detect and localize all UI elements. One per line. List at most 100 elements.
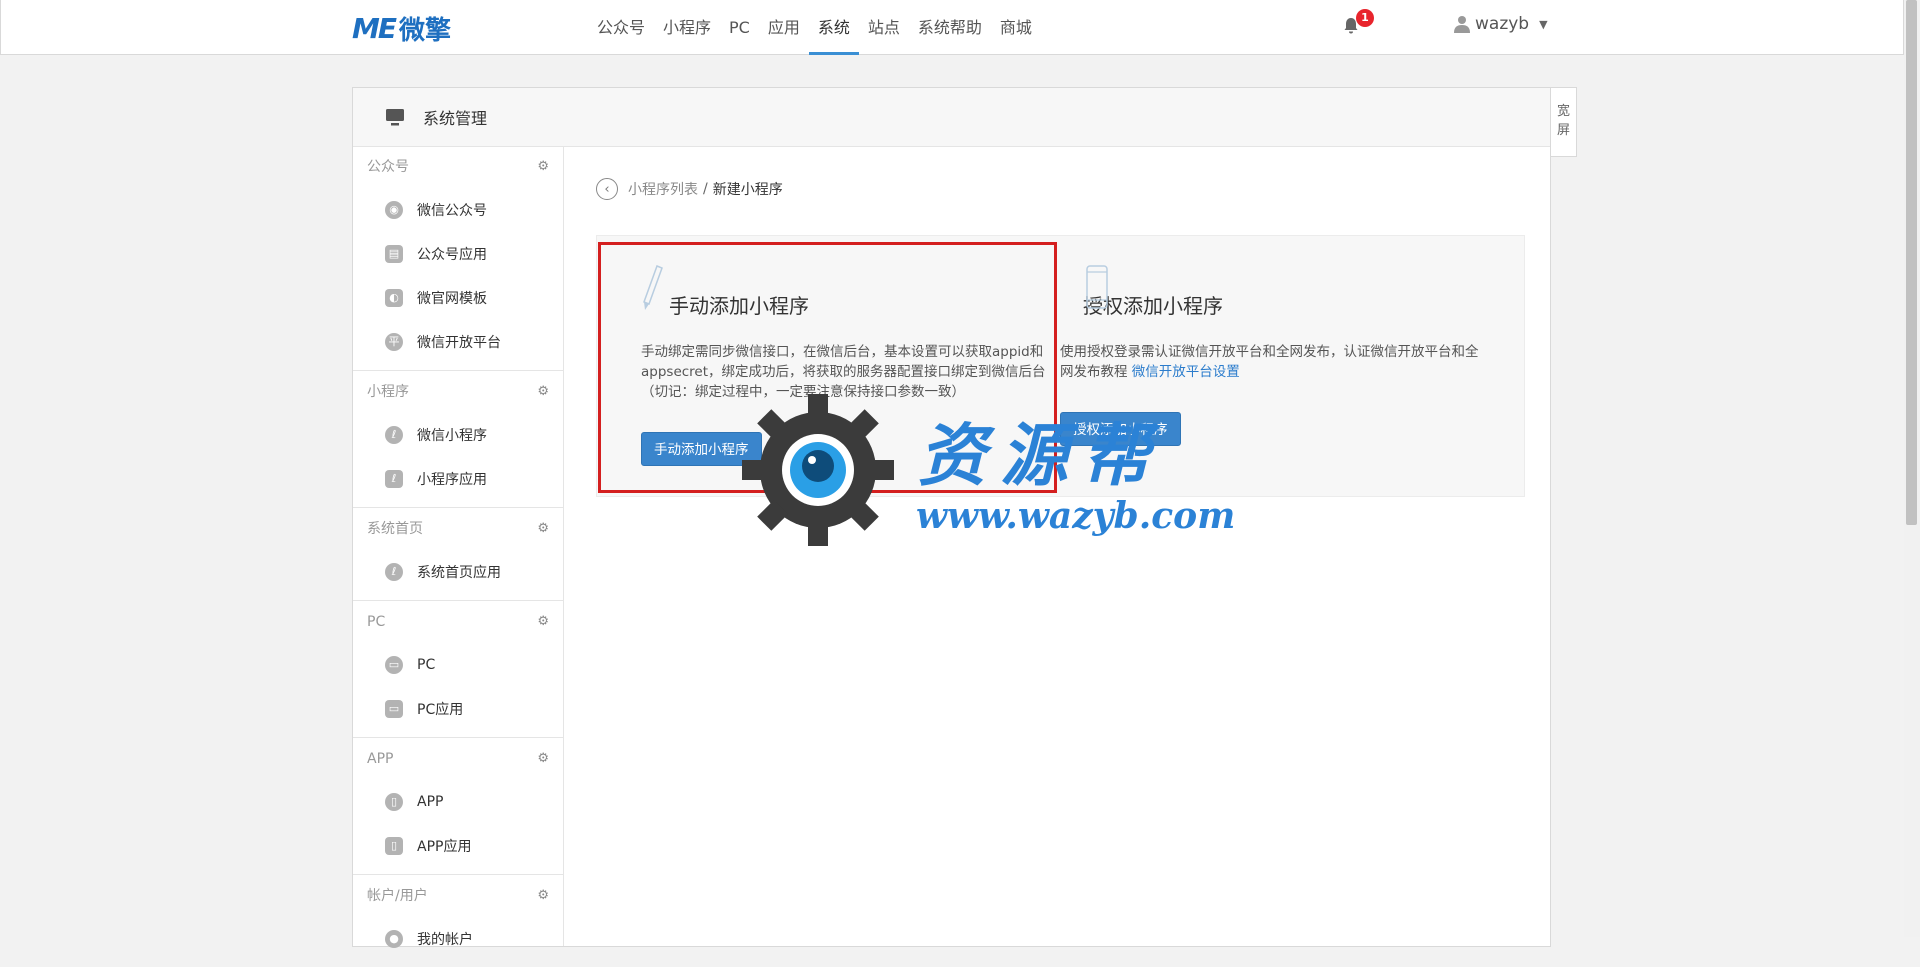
top-navbar: ME 微擎 公众号 小程序 PC 应用 系统 站点 系统帮助 商城 1 wazy… <box>0 0 1904 55</box>
page-scrollbar[interactable] <box>1904 0 1920 937</box>
caret-down-icon: ▼ <box>1539 17 1548 31</box>
sidebar-item-microsite-templates[interactable]: ◐ 微官网模板 <box>353 276 563 320</box>
manual-add-title: 手动添加小程序 <box>669 294 809 318</box>
sidebar-item-label: APP应用 <box>417 839 472 855</box>
watermark: 资源帮 www.wazyb.com <box>738 390 1235 550</box>
gear-icon[interactable]: ⚙ <box>537 601 549 643</box>
sidebar-group-home: 系统首页 ⚙ ℓ 系统首页应用 <box>353 508 563 601</box>
scrollbar-thumb[interactable] <box>1906 0 1917 525</box>
user-icon: ● <box>385 930 403 948</box>
nav-item-apps[interactable]: 应用 <box>759 0 809 55</box>
gear-icon[interactable]: ⚙ <box>537 508 549 550</box>
gear-icon[interactable]: ⚙ <box>537 875 549 917</box>
miniprogram-icon: ℓ <box>385 426 403 444</box>
user-icon <box>1454 16 1470 33</box>
sidebar-group-gongzhonghao: 公众号 ⚙ ◉ 微信公众号 ▤ 公众号应用 ◐ 微官网模板 平 微信开放平台 <box>353 146 563 371</box>
phone-icon <box>1086 265 1108 309</box>
nav-item-sites[interactable]: 站点 <box>859 0 909 55</box>
sidebar-item-home-apps[interactable]: ℓ 系统首页应用 <box>353 550 563 594</box>
sidebar-item-label: 微信小程序 <box>417 428 487 444</box>
sidebar-item-label: PC <box>417 657 436 673</box>
sidebar-item-label: 小程序应用 <box>417 472 487 488</box>
auth-desc-text: 使用授权登录需认证微信开放平台和全网发布，认证微信开放平台和全网发布教程 <box>1060 344 1479 380</box>
notification-badge: 1 <box>1356 9 1374 27</box>
brand-logo[interactable]: ME 微擎 <box>352 11 452 46</box>
pencil-icon <box>643 265 663 310</box>
nav-item-miniprogram[interactable]: 小程序 <box>654 0 720 55</box>
sidebar-group-title: 帐户/用户 ⚙ <box>353 875 563 917</box>
sidebar-item-app-apps[interactable]: ▯ APP应用 <box>353 824 563 868</box>
template-icon: ◐ <box>385 289 403 307</box>
app-bag-icon: ▭ <box>385 700 403 718</box>
watermark-url: www.wazyb.com <box>916 495 1236 537</box>
sidebar-item-account-apps[interactable]: ▤ 公众号应用 <box>353 232 563 276</box>
sidebar-item-label: 微信公众号 <box>417 203 487 219</box>
app-bag-icon: ▯ <box>385 837 403 855</box>
sidebar-group-title: 小程序 ⚙ <box>353 371 563 413</box>
monitor-icon <box>386 109 404 126</box>
group-title-text: 小程序 <box>367 384 409 400</box>
group-title-text: 公众号 <box>367 159 409 175</box>
breadcrumb-current: 新建小程序 <box>712 182 783 198</box>
gear-icon[interactable]: ⚙ <box>537 738 549 780</box>
back-arrow-icon[interactable]: ‹ <box>596 178 618 200</box>
sidebar-item-my-account[interactable]: ● 我的帐户 <box>353 917 563 961</box>
breadcrumb: ‹ 小程序列表 / 新建小程序 <box>596 178 783 200</box>
sidebar-group-title: 公众号 ⚙ <box>353 146 563 188</box>
panel-header: 系统管理 <box>353 88 1550 147</box>
group-title-text: 帐户/用户 <box>367 888 428 904</box>
monitor-icon: ▭ <box>385 656 403 674</box>
sidebar-group-title: APP ⚙ <box>353 738 563 780</box>
group-title-text: PC <box>367 614 386 630</box>
sidebar-item-pc[interactable]: ▭ PC <box>353 643 563 687</box>
breadcrumb-separator: / <box>703 181 708 197</box>
sidebar-item-open-platform[interactable]: 平 微信开放平台 <box>353 320 563 364</box>
nav-item-pc[interactable]: PC <box>720 0 759 55</box>
platform-icon: 平 <box>385 333 403 351</box>
username: wazyb <box>1475 14 1530 34</box>
gear-icon[interactable]: ⚙ <box>537 146 549 188</box>
sidebar-item-label: 微官网模板 <box>417 291 487 307</box>
sidebar-group-miniprogram: 小程序 ⚙ ℓ 微信小程序 ℓ 小程序应用 <box>353 371 563 508</box>
sidebar-item-app[interactable]: ▯ APP <box>353 780 563 824</box>
gear-logo-icon <box>742 394 894 546</box>
sidebar-item-label: 公众号应用 <box>417 247 487 263</box>
user-menu[interactable]: wazyb ▼ <box>1454 14 1548 34</box>
panel-title: 系统管理 <box>423 109 488 128</box>
sidebar-item-label: 微信开放平台 <box>417 335 501 351</box>
open-platform-settings-link[interactable]: 微信开放平台设置 <box>1132 364 1240 380</box>
sidebar-group-title: PC ⚙ <box>353 601 563 643</box>
widescreen-toggle[interactable]: 宽屏 <box>1551 87 1577 157</box>
group-title-text: 系统首页 <box>367 521 423 537</box>
sidebar-item-miniprogram-apps[interactable]: ℓ 小程序应用 <box>353 457 563 501</box>
sidebar-item-label: PC应用 <box>417 702 464 718</box>
sidebar-group-pc: PC ⚙ ▭ PC ▭ PC应用 <box>353 601 563 738</box>
sidebar-group-title: 系统首页 ⚙ <box>353 508 563 550</box>
sidebar-item-wechat-miniprogram[interactable]: ℓ 微信小程序 <box>353 413 563 457</box>
wechat-icon: ◉ <box>385 201 403 219</box>
app-bag-icon: ℓ <box>385 470 403 488</box>
app-bag-icon: ▤ <box>385 245 403 263</box>
sidebar-item-label: 我的帐户 <box>417 932 473 948</box>
auth-add-description: 使用授权登录需认证微信开放平台和全网发布，认证微信开放平台和全网发布教程 微信开… <box>1060 342 1480 382</box>
nav-item-gongzhonghao[interactable]: 公众号 <box>588 0 654 55</box>
nav-item-shop[interactable]: 商城 <box>991 0 1041 55</box>
sidebar-item-label: APP <box>417 794 444 810</box>
miniprogram-icon: ℓ <box>385 563 403 581</box>
gear-icon[interactable]: ⚙ <box>537 371 549 413</box>
main-nav: 公众号 小程序 PC 应用 系统 站点 系统帮助 商城 <box>588 0 1041 55</box>
sidebar-item-pc-apps[interactable]: ▭ PC应用 <box>353 687 563 731</box>
nav-item-help[interactable]: 系统帮助 <box>909 0 991 55</box>
nav-item-system[interactable]: 系统 <box>808 0 859 55</box>
sidebar-item-wechat-account[interactable]: ◉ 微信公众号 <box>353 188 563 232</box>
breadcrumb-parent-link[interactable]: 小程序列表 <box>628 179 698 199</box>
watermark-title: 资源帮 <box>918 416 1165 496</box>
brand-name: 微擎 <box>399 15 452 46</box>
sidebar: 公众号 ⚙ ◉ 微信公众号 ▤ 公众号应用 ◐ 微官网模板 平 微信开放平台 小… <box>353 146 564 948</box>
sidebar-group-app: APP ⚙ ▯ APP ▯ APP应用 <box>353 738 563 875</box>
sidebar-item-label: 系统首页应用 <box>417 565 501 581</box>
sidebar-group-account: 帐户/用户 ⚙ ● 我的帐户 <box>353 875 563 967</box>
group-title-text: APP <box>367 751 394 767</box>
phone-icon: ▯ <box>385 793 403 811</box>
brand-mark: ME <box>352 11 397 45</box>
